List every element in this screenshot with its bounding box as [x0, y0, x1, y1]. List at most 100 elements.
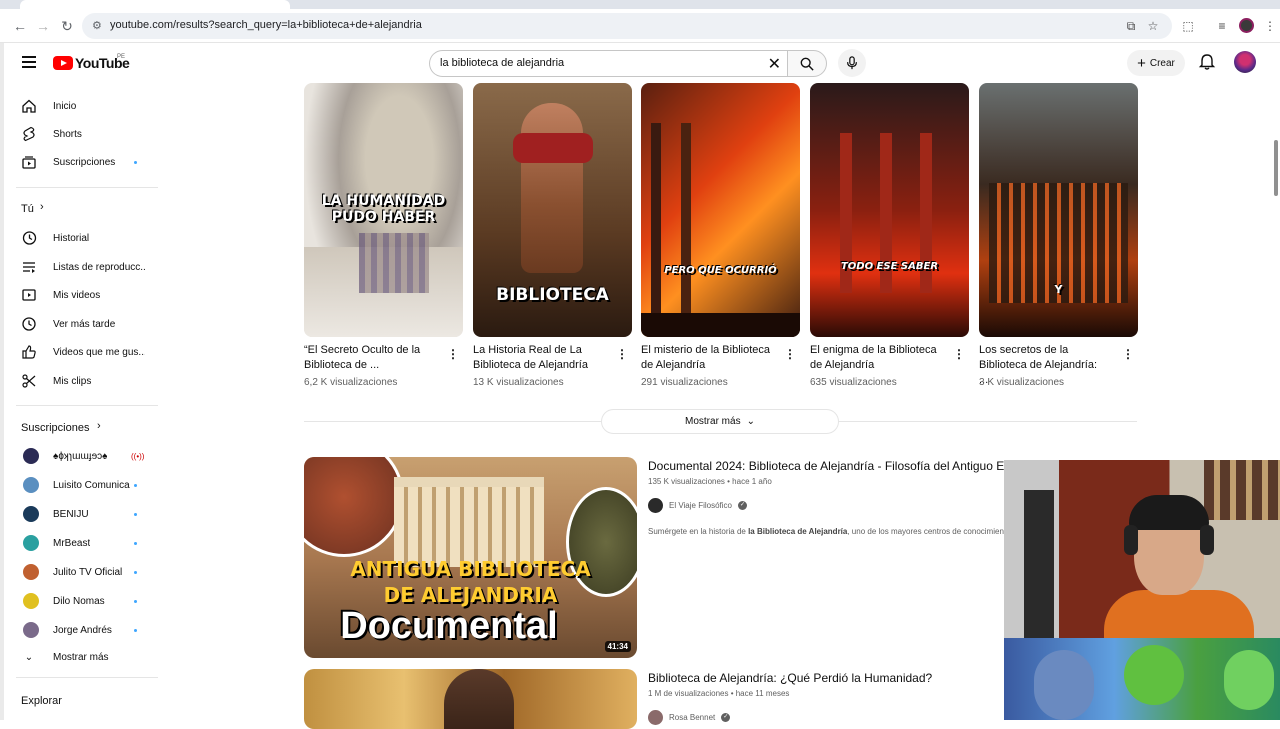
channel-avatar: [23, 564, 39, 580]
video-thumbnail[interactable]: [304, 669, 637, 729]
channel-row[interactable]: El Viaje Filosófico ✓: [648, 498, 747, 513]
install-app-icon[interactable]: ⧉: [1124, 19, 1138, 33]
short-thumbnail[interactable]: Y: [979, 83, 1138, 337]
search-input[interactable]: la biblioteca de alejandria ✕: [429, 50, 787, 77]
more-options-icon[interactable]: ⋮: [953, 347, 965, 361]
short-thumbnail[interactable]: LA HUMANIDAD PUDO HABER: [304, 83, 463, 337]
search-button[interactable]: [787, 50, 827, 77]
site-info-icon[interactable]: ⚙: [92, 19, 106, 33]
video-thumbnail[interactable]: ANTIGUA BIBLIOTECA DE ALEJANDRIA Documen…: [304, 457, 637, 658]
reload-icon[interactable]: ↻: [58, 17, 76, 35]
video-description: Sumérgete en la historia de la Bibliotec…: [648, 527, 1004, 536]
more-options-icon[interactable]: ⋮: [447, 347, 459, 361]
more-options-icon[interactable]: ⋮: [616, 347, 628, 361]
video-title[interactable]: Documental 2024: Biblioteca de Alejandrí…: [648, 459, 1004, 473]
new-content-dot: [134, 599, 137, 603]
sidebar-subscription-item[interactable]: Julito TV Oficial: [4, 558, 160, 586]
plus-icon: +: [1137, 54, 1146, 72]
description-text: Sumérgete en la historia de: [648, 527, 749, 536]
menu-icon[interactable]: [22, 56, 36, 68]
sidebar-item-label: Julito TV Oficial: [53, 566, 123, 578]
channel-avatar: [23, 535, 39, 551]
short-card[interactable]: TODO ESE SABER El enigma de la Bibliotec…: [810, 83, 969, 388]
new-content-dot: [134, 628, 137, 632]
browser-toolbar: ← → ↻ ⚙ youtube.com/results?search_query…: [0, 9, 1280, 43]
sidebar-show-more[interactable]: ⌄ Mostrar más: [4, 643, 160, 671]
sidebar-subscription-item[interactable]: Dilo Nomas: [4, 587, 160, 615]
channel-avatar[interactable]: [648, 710, 663, 725]
sidebar-item-label: Listas de reproducc...: [53, 261, 145, 273]
history-icon: [22, 231, 37, 245]
bookmark-star-icon[interactable]: ☆: [1146, 19, 1160, 33]
sidebar-item-label: ♠ɸʞɿɯɯɟɘɔ♠: [53, 450, 108, 462]
sidebar-subscription-item[interactable]: Luisito Comunica: [4, 471, 160, 499]
address-bar[interactable]: ⚙ youtube.com/results?search_query=la+bi…: [82, 13, 1172, 39]
sidebar-item-home[interactable]: Inicio: [4, 92, 160, 120]
webcam-overlay: [1004, 460, 1280, 720]
sidebar-item-label: Suscripciones: [53, 156, 116, 168]
channel-name[interactable]: Rosa Bennet: [669, 713, 715, 722]
sidebar-divider: [16, 677, 158, 678]
channel-avatar[interactable]: [648, 498, 663, 513]
short-thumbnail[interactable]: PERO QUE OCURRIÓ: [641, 83, 800, 337]
sidebar-subscription-item[interactable]: ♠ɸʞɿɯɯɟɘɔ♠ ((•)): [4, 442, 160, 470]
sidebar-item-your-videos[interactable]: Mis videos: [4, 281, 160, 309]
sidebar-subscription-item[interactable]: Jorge Andrés: [4, 616, 160, 644]
sidebar-item-watch-later[interactable]: Ver más tarde: [4, 310, 160, 338]
notifications-bell-icon[interactable]: [1198, 53, 1216, 71]
create-button[interactable]: + Crear: [1127, 50, 1185, 76]
sidebar-item-label: Historial: [53, 232, 90, 244]
channel-row[interactable]: Rosa Bennet ✓: [648, 710, 731, 725]
voice-search-button[interactable]: [838, 49, 866, 77]
sidebar-item-label: Luisito Comunica: [53, 479, 130, 491]
video-title[interactable]: Biblioteca de Alejandría: ¿Qué Perdió la…: [648, 671, 932, 685]
sidebar-item-clips[interactable]: Mis clips: [4, 367, 160, 395]
short-card[interactable]: BIBLIOTECA La Historia Real de La Biblio…: [473, 83, 632, 388]
sidebar-item-label: Ver más tarde: [53, 318, 116, 330]
back-icon[interactable]: ←: [11, 17, 29, 35]
more-options-icon[interactable]: ⋮: [784, 347, 796, 361]
short-overlay-text: PERO QUE OCURRIÓ: [664, 265, 777, 276]
extensions-icon[interactable]: ⬚: [1180, 18, 1196, 34]
sidebar-you-section[interactable]: Tú ›: [4, 195, 160, 223]
tab-search-icon[interactable]: ≡: [1214, 18, 1230, 34]
sidebar-subscription-item[interactable]: BENIJU: [4, 500, 160, 528]
more-options-icon[interactable]: ⋮: [1122, 347, 1134, 361]
page-scrollbar[interactable]: [1274, 140, 1278, 196]
short-card[interactable]: PERO QUE OCURRIÓ El misterio de la Bibli…: [641, 83, 800, 388]
sidebar-item-shorts[interactable]: Shorts: [4, 120, 160, 148]
short-title[interactable]: El enigma de la Biblioteca de Alejandría: [810, 343, 940, 373]
your-videos-icon: [22, 289, 36, 301]
create-label: Crear: [1149, 57, 1175, 69]
browser-profile-avatar[interactable]: [1239, 18, 1254, 33]
sidebar-item-liked-videos[interactable]: Videos que me gus...: [4, 338, 160, 366]
video-meta: 1 M de visualizaciones • hace 11 meses: [648, 689, 790, 698]
short-title[interactable]: El misterio de la Biblioteca de Alejandr…: [641, 343, 771, 373]
channel-name[interactable]: El Viaje Filosófico: [669, 501, 732, 510]
thumbs-up-icon: [22, 345, 36, 359]
subscriptions-heading: Suscripciones: [21, 422, 90, 434]
sidebar-subscriptions-heading[interactable]: Suscripciones ›: [4, 414, 160, 442]
sidebar-item-playlists[interactable]: Listas de reproducc...: [4, 253, 160, 281]
sidebar-item-subscriptions[interactable]: Suscripciones: [4, 148, 160, 176]
account-avatar[interactable]: [1234, 51, 1256, 73]
short-overlay-text: Y: [1054, 283, 1063, 296]
chevron-right-icon: ›: [40, 201, 44, 213]
short-views: 635 visualizaciones: [810, 377, 897, 388]
thumbnail-text-line1: ANTIGUA BIBLIOTECA: [350, 557, 591, 581]
forward-icon[interactable]: →: [34, 17, 52, 35]
short-title[interactable]: La Historia Real de La Biblioteca de Ale…: [473, 343, 603, 373]
show-more-shorts-button[interactable]: Mostrar más ⌄: [601, 409, 839, 434]
chevron-down-icon: ⌄: [24, 651, 34, 663]
browser-menu-icon[interactable]: ⋮: [1262, 18, 1278, 34]
clear-search-icon[interactable]: ✕: [768, 54, 781, 74]
sidebar-item-label: Jorge Andrés: [53, 624, 112, 636]
sidebar-item-history[interactable]: Historial: [4, 224, 160, 252]
short-card[interactable]: Y Los secretos de la Biblioteca de Aleja…: [979, 83, 1138, 388]
short-thumbnail[interactable]: TODO ESE SABER: [810, 83, 969, 337]
short-card[interactable]: LA HUMANIDAD PUDO HABER “El Secreto Ocul…: [304, 83, 463, 388]
active-tab[interactable]: [20, 0, 290, 9]
short-thumbnail[interactable]: BIBLIOTECA: [473, 83, 632, 337]
sidebar-subscription-item[interactable]: MrBeast: [4, 529, 160, 557]
short-title[interactable]: “El Secreto Oculto de la Biblioteca de .…: [304, 343, 434, 373]
